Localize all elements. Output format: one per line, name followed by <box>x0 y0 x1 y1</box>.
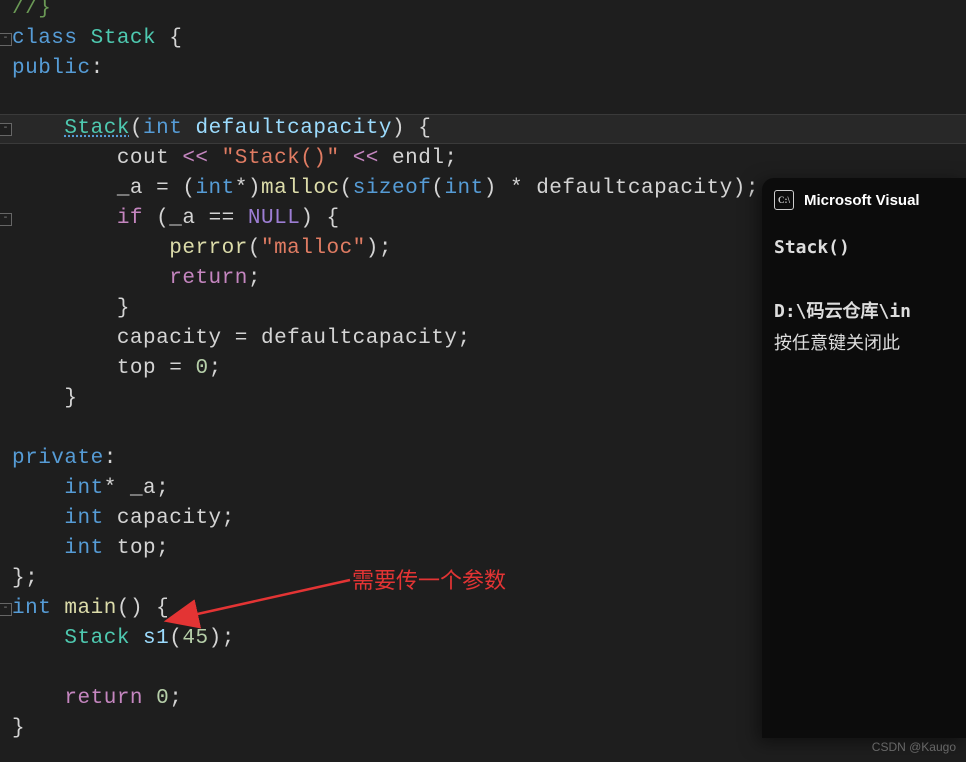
code-line[interactable]: int top; <box>12 534 169 564</box>
fold-toggle-icon[interactable]: - <box>0 603 12 616</box>
code-line[interactable]: } <box>12 384 78 414</box>
console-titlebar[interactable]: C:\ Microsoft Visual <box>762 178 966 222</box>
fold-gutter[interactable]: - - - - <box>0 0 12 762</box>
fold-toggle-icon[interactable]: - <box>0 33 12 46</box>
code-line[interactable]: capacity = defaultcapacity; <box>12 324 471 354</box>
code-line[interactable]: Stack(int defaultcapacity) { <box>12 114 431 144</box>
code-line[interactable]: public: <box>12 54 104 84</box>
code-line[interactable]: int* _a; <box>12 474 169 504</box>
code-line[interactable]: int capacity; <box>12 504 235 534</box>
code-line[interactable]: if (_a == NULL) { <box>12 204 340 234</box>
code-line[interactable]: return 0; <box>12 684 182 714</box>
console-line: D:\码云仓库\in <box>774 296 954 328</box>
code-line[interactable]: Stack s1(45); <box>12 624 235 654</box>
code-line[interactable]: int main() { <box>12 594 169 624</box>
terminal-icon: C:\ <box>774 190 794 210</box>
annotation-label: 需要传一个参数 <box>352 563 506 595</box>
watermark: CSDN @Kaugo <box>872 740 956 754</box>
fold-toggle-icon[interactable]: - <box>0 123 12 136</box>
code-line[interactable]: } <box>12 714 25 744</box>
console-line <box>774 264 954 296</box>
code-line[interactable]: } <box>12 294 130 324</box>
fold-toggle-icon[interactable]: - <box>0 213 12 226</box>
console-title: Microsoft Visual <box>804 192 920 209</box>
console-line: 按任意键关闭此 <box>774 328 954 360</box>
code-line[interactable]: perror("malloc"); <box>12 234 392 264</box>
code-line[interactable]: private: <box>12 444 117 474</box>
console-output[interactable]: Stack() D:\码云仓库\in按任意键关闭此 <box>762 222 966 370</box>
console-window[interactable]: C:\ Microsoft Visual Stack() D:\码云仓库\in按… <box>762 178 966 738</box>
code-line[interactable]: }; <box>12 564 38 594</box>
code-line[interactable]: //} <box>12 0 51 24</box>
code-line[interactable]: top = 0; <box>12 354 222 384</box>
code-line[interactable]: return; <box>12 264 261 294</box>
code-line[interactable]: cout << "Stack()" << endl; <box>12 144 458 174</box>
code-line[interactable]: _a = (int*)malloc(sizeof(int) * defaultc… <box>12 174 759 204</box>
code-line[interactable]: class Stack { <box>12 24 182 54</box>
console-line: Stack() <box>774 232 954 264</box>
